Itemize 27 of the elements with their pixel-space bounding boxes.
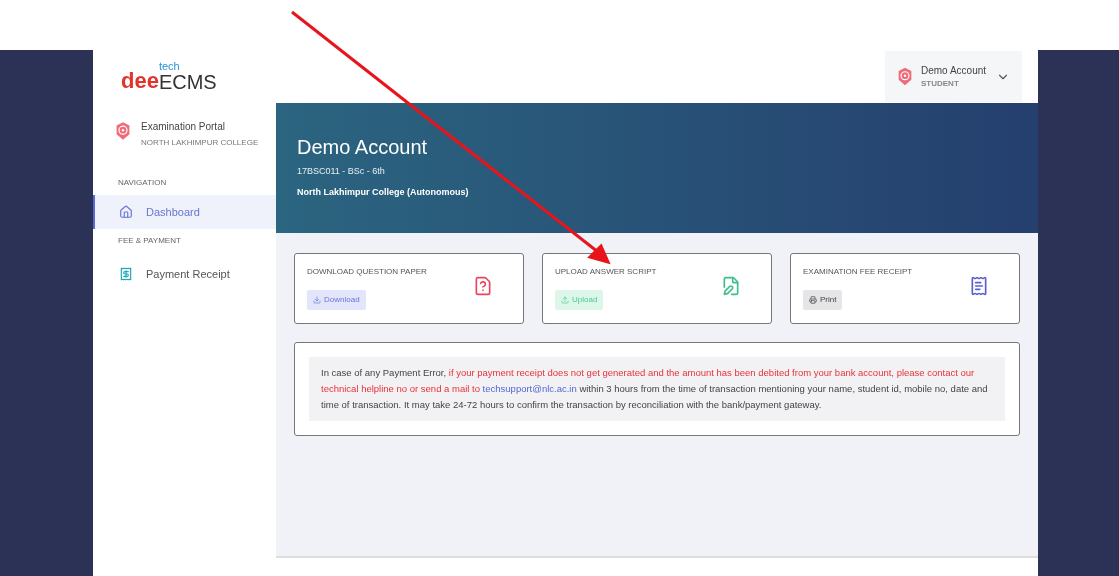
student-details: 17BSC011 - BSc - 6th — [297, 165, 386, 178]
sidebar-item[interactable]: Dashboard — [93, 195, 276, 229]
payment-notice: In case of any Payment Error, if your payment receipt does not get generated and the amount has been debited from your bank account, please contact our technical helpline no or send a mail to techsupport@nlc.ac.in within 3 hours from the time of transaction mentioning your name, student id, mobile no, date and time of transaction. It may take 24-72 hours to confirm the transaction by reconciliation with the bank/payment gateway. — [309, 357, 1005, 421]
receipt-icon — [969, 276, 989, 296]
card-title: EXAMINATION FEE RECEIPT — [803, 266, 913, 278]
portal-title: Examination Portal — [141, 120, 226, 134]
portal-subtitle: NORTH LAKHIMPUR COLLEGE — [141, 137, 259, 149]
home-icon — [119, 205, 133, 219]
printer-icon — [809, 296, 817, 304]
section-heading: NAVIGATION — [117, 177, 168, 189]
print-button[interactable]: Print — [803, 290, 843, 310]
support-email-link[interactable]: techsupport@nlc.ac.in — [482, 383, 577, 394]
student-name: Demo Account — [297, 135, 429, 160]
document-question-icon — [473, 276, 493, 296]
card-title: DOWNLOAD QUESTION PAPER — [307, 266, 427, 278]
section-heading: FEE & PAYMENT — [117, 235, 182, 247]
download-icon — [313, 296, 321, 304]
document-pen-icon — [721, 276, 741, 296]
college-name: North Lakhimpur College (Autonomous) — [297, 185, 470, 199]
upload-icon — [561, 296, 569, 304]
sidebar-item[interactable]: Payment Receipt — [93, 257, 276, 291]
college-emblem-icon — [115, 121, 131, 141]
card-title: UPLOAD ANSWER SCRIPT — [555, 266, 657, 278]
download-button[interactable]: Download — [307, 290, 366, 310]
college-emblem-icon — [897, 67, 913, 86]
user-menu[interactable]: Demo Account STUDENT — [885, 51, 1022, 102]
receipt-icon — [119, 267, 133, 281]
